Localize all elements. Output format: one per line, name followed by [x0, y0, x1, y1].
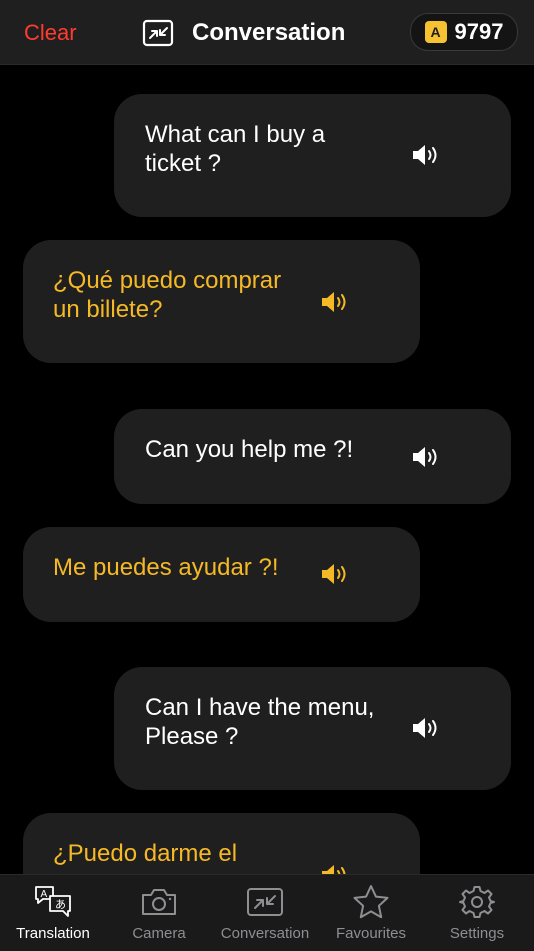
message-bubble[interactable]: Can you help me ?!: [114, 409, 511, 504]
title-wrap: Conversation: [142, 16, 345, 50]
message-bubble[interactable]: Me puedes ayudar ?!: [23, 527, 420, 622]
svg-text:A: A: [41, 889, 48, 900]
message-text: Can you help me ?!: [145, 435, 395, 464]
speaker-icon[interactable]: [410, 715, 440, 741]
tab-label: Settings: [449, 925, 505, 942]
message-line: ¿Puedo darme el: [53, 840, 238, 867]
message-bubble[interactable]: Can I have the menu, Please ?: [114, 667, 511, 790]
tab-favourites[interactable]: Favourites: [318, 875, 424, 951]
conversation-mode-icon[interactable]: [142, 19, 174, 47]
message-line: Can you help me ?!: [145, 436, 354, 463]
message-line: ticket ?: [145, 150, 222, 177]
coin-badge[interactable]: A 9797: [410, 13, 518, 51]
tab-conversation[interactable]: Conversation: [212, 875, 318, 951]
camera-icon: [142, 889, 176, 915]
message-bubble[interactable]: ¿Puedo darme el: [23, 813, 420, 874]
clear-button[interactable]: Clear: [24, 20, 77, 46]
message-text: What can I buy a ticket ?: [145, 120, 395, 178]
message-bubble[interactable]: What can I buy a ticket ?: [114, 94, 511, 217]
message-line: ¿Qué puedo comprar: [53, 267, 282, 294]
tab-bar: A あ Translation Camera Conversation Favo…: [0, 874, 534, 951]
nav-header: Clear Conversation A 9797: [0, 0, 534, 65]
message-line: Me puedes ayudar ?!: [53, 554, 279, 581]
message-bubble[interactable]: ¿Qué puedo comprar un billete?: [23, 240, 420, 363]
message-text: ¿Puedo darme el: [53, 839, 323, 868]
message-line: Can I have the menu,: [145, 694, 375, 721]
message-text: Can I have the menu, Please ?: [145, 693, 405, 751]
page-title: Conversation: [192, 19, 346, 46]
conversation-list[interactable]: What can I buy a ticket ? ¿Qué puedo com…: [0, 65, 534, 874]
message-text: Me puedes ayudar ?!: [53, 553, 323, 582]
speaker-icon[interactable]: [319, 289, 349, 315]
conversation-icon: [247, 888, 283, 916]
svg-text:あ: あ: [55, 898, 66, 911]
speaker-icon[interactable]: [410, 142, 440, 168]
speaker-icon[interactable]: [410, 444, 440, 470]
tab-settings[interactable]: Settings: [424, 875, 530, 951]
coin-count: 9797: [454, 19, 504, 44]
message-text: ¿Qué puedo comprar un billete?: [53, 266, 323, 324]
star-icon: [353, 885, 389, 919]
message-line: Please ?: [145, 723, 239, 750]
tab-translation[interactable]: A あ Translation: [0, 875, 106, 951]
gear-icon: [459, 886, 495, 918]
tab-camera[interactable]: Camera: [106, 875, 212, 951]
message-line: un billete?: [53, 296, 163, 323]
message-line: What can I buy a: [145, 121, 326, 148]
translation-icon: A あ: [35, 886, 71, 917]
tab-label: Favourites: [335, 925, 407, 942]
coin-icon: A: [424, 21, 447, 43]
tab-label: Conversation: [220, 925, 310, 942]
speaker-icon[interactable]: [319, 561, 349, 587]
tab-label: Camera: [132, 925, 186, 942]
tab-label: Translation: [16, 925, 90, 942]
speaker-icon[interactable]: [319, 862, 349, 874]
